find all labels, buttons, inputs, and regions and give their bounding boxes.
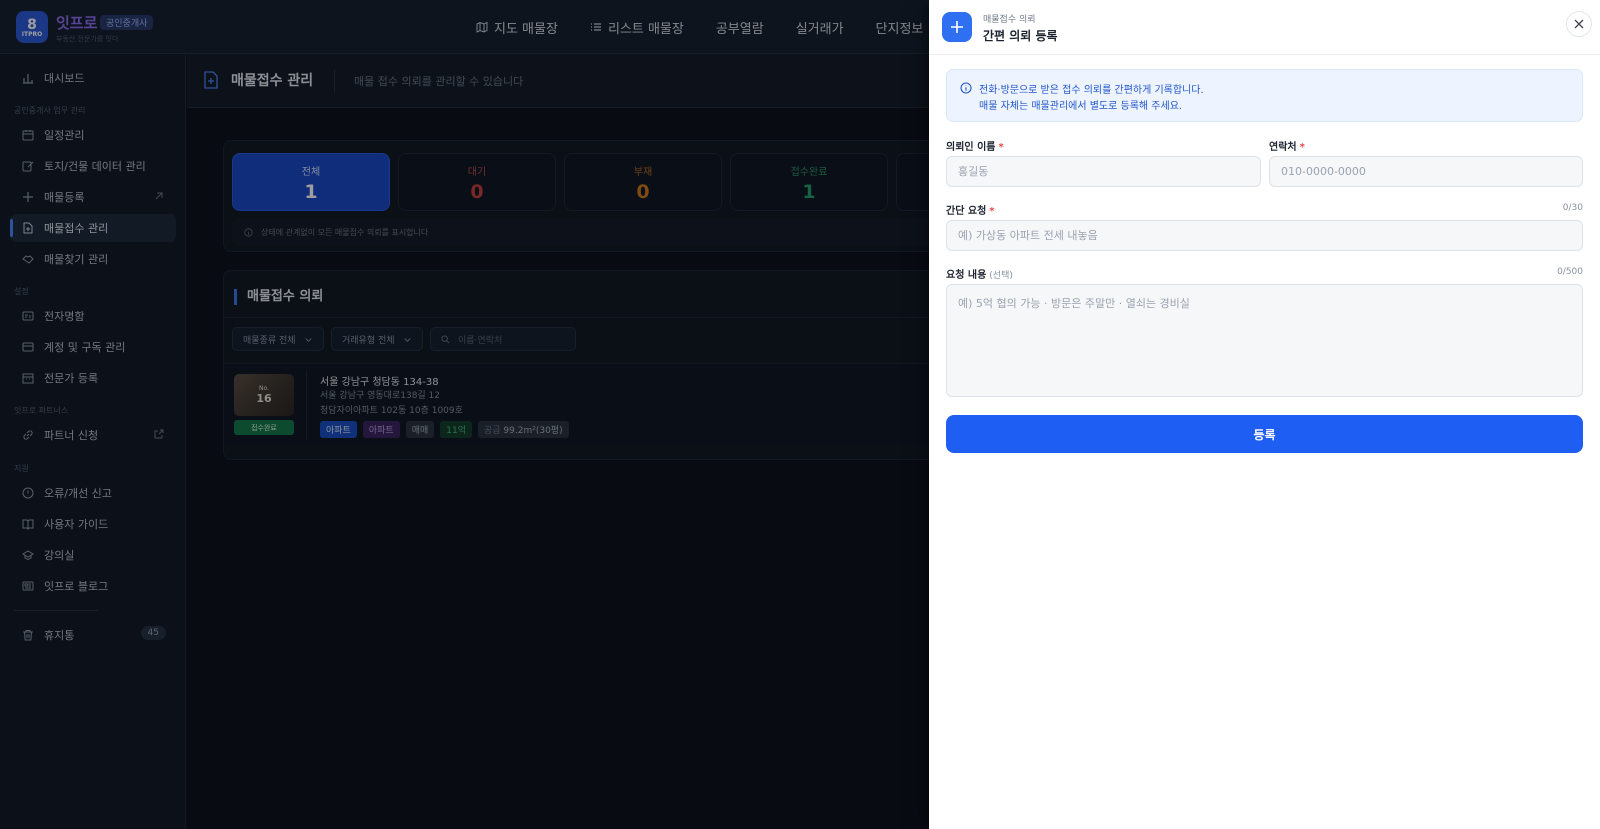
required-mark: * [1299,142,1305,153]
submit-button[interactable]: 등록 [946,415,1583,453]
info-notice: 전화·방문으로 받은 접수 의뢰를 간편하게 기록합니다. 매물 자체는 매물관… [946,69,1583,122]
required-mark: * [998,142,1004,153]
phone-input[interactable] [1269,156,1583,187]
drawer-title: 간편 의뢰 등록 [983,29,1058,43]
request-detail-label: 요청 내용 (선택) [946,270,1013,281]
brief-request-counter: 0/30 [1562,203,1583,213]
info-line-1: 전화·방문으로 받은 접수 의뢰를 간편하게 기록합니다. [979,85,1204,96]
close-icon [1574,19,1584,29]
quick-request-drawer: 매물접수 의뢰 간편 의뢰 등록 전화·방문으로 받은 접수 의뢰를 간편하게 … [929,0,1600,829]
close-button[interactable] [1566,11,1592,37]
client-name-input[interactable] [946,156,1261,187]
modal-overlay[interactable] [0,0,930,829]
brief-request-input[interactable] [946,220,1583,251]
optional-mark: (선택) [989,271,1013,281]
brief-request-label: 간단 요청 * [946,206,995,217]
request-detail-counter: 0/500 [1557,267,1583,277]
name-label: 의뢰인 이름 * [946,142,1004,153]
drawer-subtitle: 매물접수 의뢰 [983,15,1036,25]
request-detail-textarea[interactable] [946,284,1583,397]
drawer-plus-badge [942,12,972,42]
drawer-header: 매물접수 의뢰 간편 의뢰 등록 [929,0,1600,55]
required-mark: * [989,206,995,217]
plus-icon [951,21,963,33]
phone-label: 연락처 * [1269,142,1305,153]
info-icon [960,82,972,94]
info-line-2: 매물 자체는 매물관리에서 별도로 등록해 주세요. [979,101,1183,112]
